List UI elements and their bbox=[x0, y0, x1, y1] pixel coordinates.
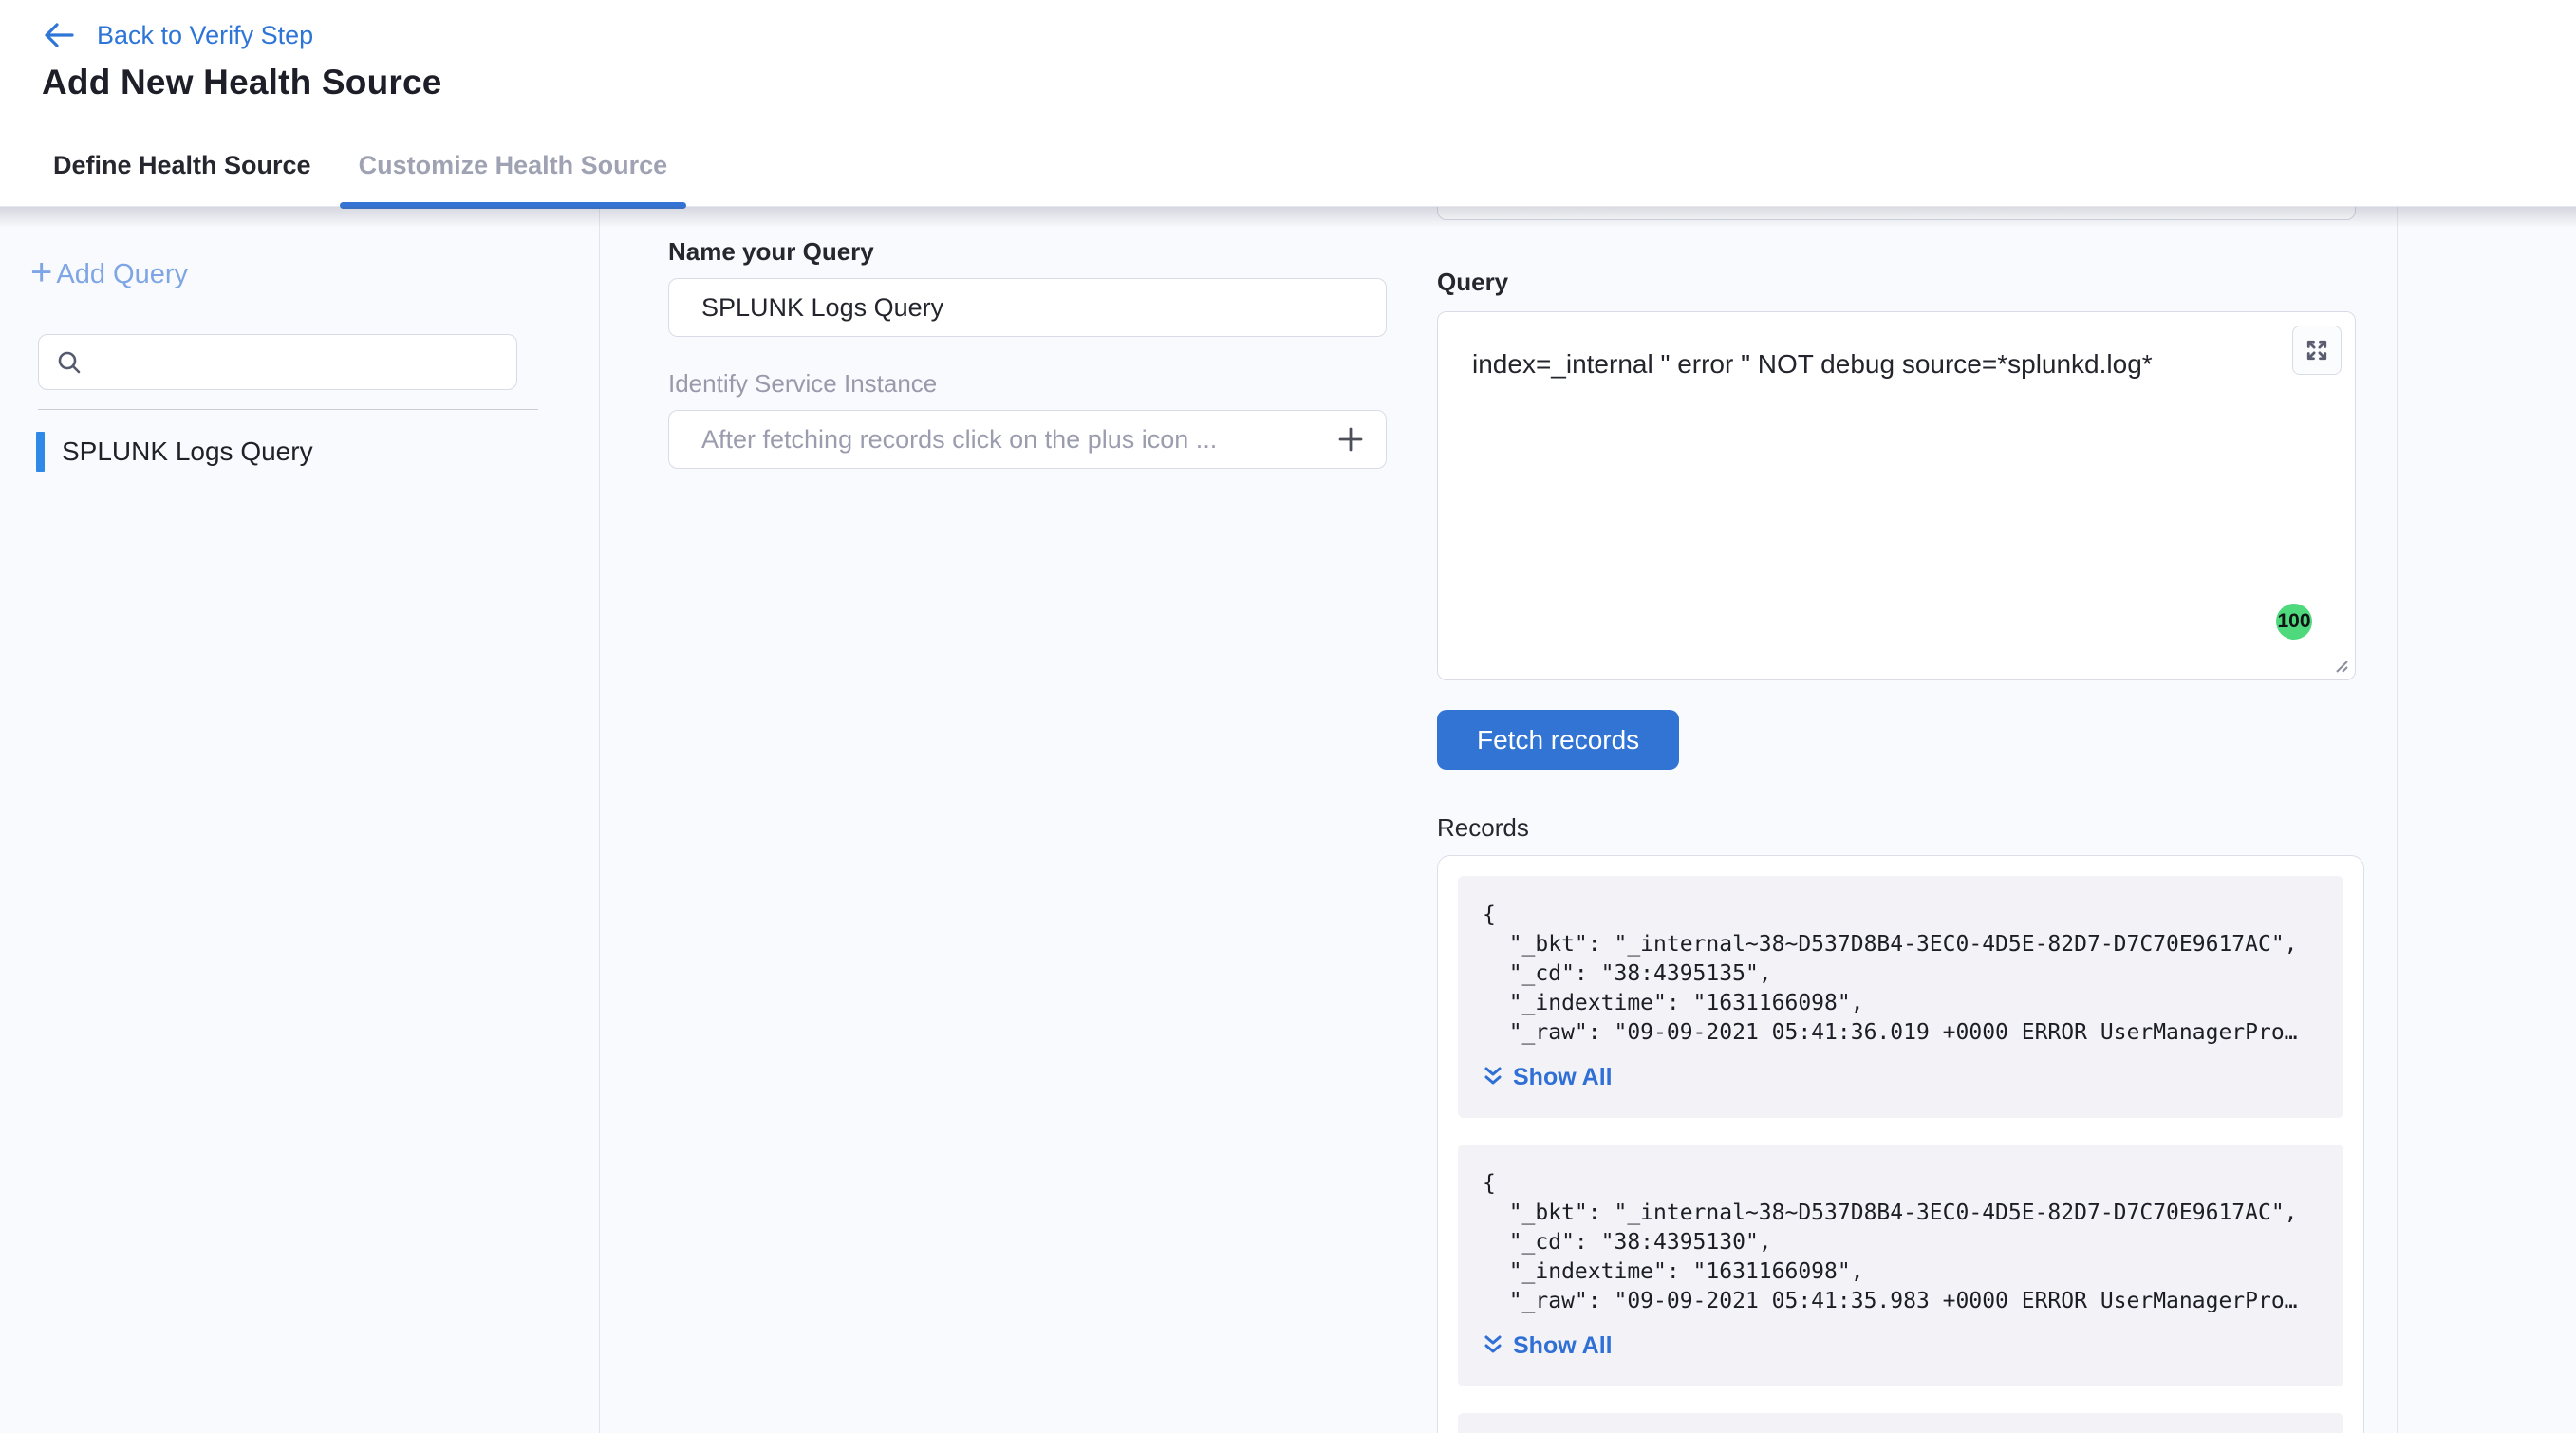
show-all-label: Show All bbox=[1513, 1061, 1613, 1093]
records-label: Records bbox=[1437, 813, 2397, 842]
record-json-line: "_cd": "38:4395130", bbox=[1483, 1228, 2324, 1257]
back-link-label: Back to Verify Step bbox=[97, 21, 313, 50]
record-json-line: { bbox=[1483, 901, 2324, 930]
add-service-instance-button[interactable] bbox=[1316, 411, 1386, 468]
match-count-value: 100 bbox=[2277, 610, 2310, 633]
show-all-label: Show All bbox=[1513, 1330, 1613, 1362]
back-link[interactable]: Back to Verify Step bbox=[42, 15, 313, 55]
expand-query-button[interactable] bbox=[2292, 326, 2342, 375]
service-instance-field bbox=[668, 410, 1387, 469]
plus-icon bbox=[1335, 424, 1366, 455]
record-card-partially-visible bbox=[1458, 1413, 2343, 1433]
show-all-link[interactable]: Show All bbox=[1483, 1330, 1613, 1362]
fetch-records-button[interactable]: Fetch records bbox=[1437, 710, 1679, 770]
query-sidebar: + Add Query SPLUNK Logs Query bbox=[0, 207, 600, 1433]
page-header: Back to Verify Step Add New Health Sourc… bbox=[0, 0, 2576, 124]
resize-handle-icon[interactable] bbox=[2329, 654, 2350, 675]
page-title: Add New Health Source bbox=[42, 63, 2576, 102]
selected-item-indicator bbox=[36, 432, 45, 472]
sidebar-divider bbox=[38, 409, 538, 410]
tab-customize-label: Customize Health Source bbox=[359, 151, 668, 180]
record-json-line: "_cd": "38:4395135", bbox=[1483, 959, 2324, 989]
identify-service-instance-label: Identify Service Instance bbox=[668, 369, 1432, 398]
search-input[interactable] bbox=[96, 346, 499, 378]
query-column: Query index=_internal " error " NOT debu… bbox=[1432, 207, 2397, 1433]
query-form-column: Name your Query Identify Service Instanc… bbox=[600, 207, 1432, 1433]
query-text[interactable]: index=_internal " error " NOT debug sour… bbox=[1438, 312, 2355, 382]
query-item-label: SPLUNK Logs Query bbox=[62, 437, 313, 467]
active-tab-underline bbox=[340, 202, 687, 209]
record-card: { "_bkt": "_internal~38~D537D8B4-3EC0-4D… bbox=[1458, 1145, 2343, 1386]
tab-customize-health-source[interactable]: Customize Health Source bbox=[340, 124, 687, 206]
add-health-source-page: Back to Verify Step Add New Health Sourc… bbox=[0, 0, 2576, 1433]
content-area: + Add Query SPLUNK Logs Query Name y bbox=[0, 207, 2576, 1433]
query-editor: index=_internal " error " NOT debug sour… bbox=[1437, 311, 2356, 680]
back-arrow-icon bbox=[42, 21, 76, 49]
record-json-line: "_raw": "09-09-2021 05:41:35.983 +0000 E… bbox=[1483, 1287, 2324, 1316]
expand-icon bbox=[2304, 337, 2330, 363]
record-json-line: "_indextime": "1631166098", bbox=[1483, 1257, 2324, 1287]
add-query-button[interactable]: + Add Query bbox=[30, 258, 188, 290]
records-panel: { "_bkt": "_internal~38~D537D8B4-3EC0-4D… bbox=[1437, 855, 2364, 1433]
record-json-line: { bbox=[1483, 1169, 2324, 1199]
tab-define-health-source[interactable]: Define Health Source bbox=[53, 124, 311, 206]
record-json-line: "_indextime": "1631166098", bbox=[1483, 989, 2324, 1018]
double-chevron-down-icon bbox=[1483, 1333, 1503, 1358]
name-your-query-label: Name your Query bbox=[668, 237, 1432, 266]
record-card: { "_bkt": "_internal~38~D537D8B4-3EC0-4D… bbox=[1458, 876, 2343, 1118]
plus-icon: + bbox=[30, 258, 52, 287]
record-json-line: "_bkt": "_internal~38~D537D8B4-3EC0-4D5E… bbox=[1483, 930, 2324, 959]
tab-define-label: Define Health Source bbox=[53, 151, 311, 180]
double-chevron-down-icon bbox=[1483, 1065, 1503, 1089]
add-query-label: Add Query bbox=[56, 258, 188, 290]
sidebar-item-splunk-logs-query[interactable]: SPLUNK Logs Query bbox=[36, 432, 313, 472]
tab-bar: Define Health Source Customize Health So… bbox=[0, 124, 2576, 207]
query-search-box[interactable] bbox=[38, 334, 517, 390]
right-edge-strip bbox=[2397, 207, 2576, 1433]
clipped-input-field[interactable] bbox=[1437, 207, 2356, 220]
search-icon bbox=[56, 349, 83, 376]
show-all-link[interactable]: Show All bbox=[1483, 1061, 1613, 1093]
record-json-line: "_raw": "09-09-2021 05:41:36.019 +0000 E… bbox=[1483, 1018, 2324, 1048]
query-name-input[interactable] bbox=[668, 278, 1387, 337]
service-instance-input[interactable] bbox=[669, 425, 1316, 455]
match-count-badge: 100 bbox=[2276, 604, 2312, 640]
query-label: Query bbox=[1437, 268, 2397, 296]
record-json-line: "_bkt": "_internal~38~D537D8B4-3EC0-4D5E… bbox=[1483, 1199, 2324, 1228]
